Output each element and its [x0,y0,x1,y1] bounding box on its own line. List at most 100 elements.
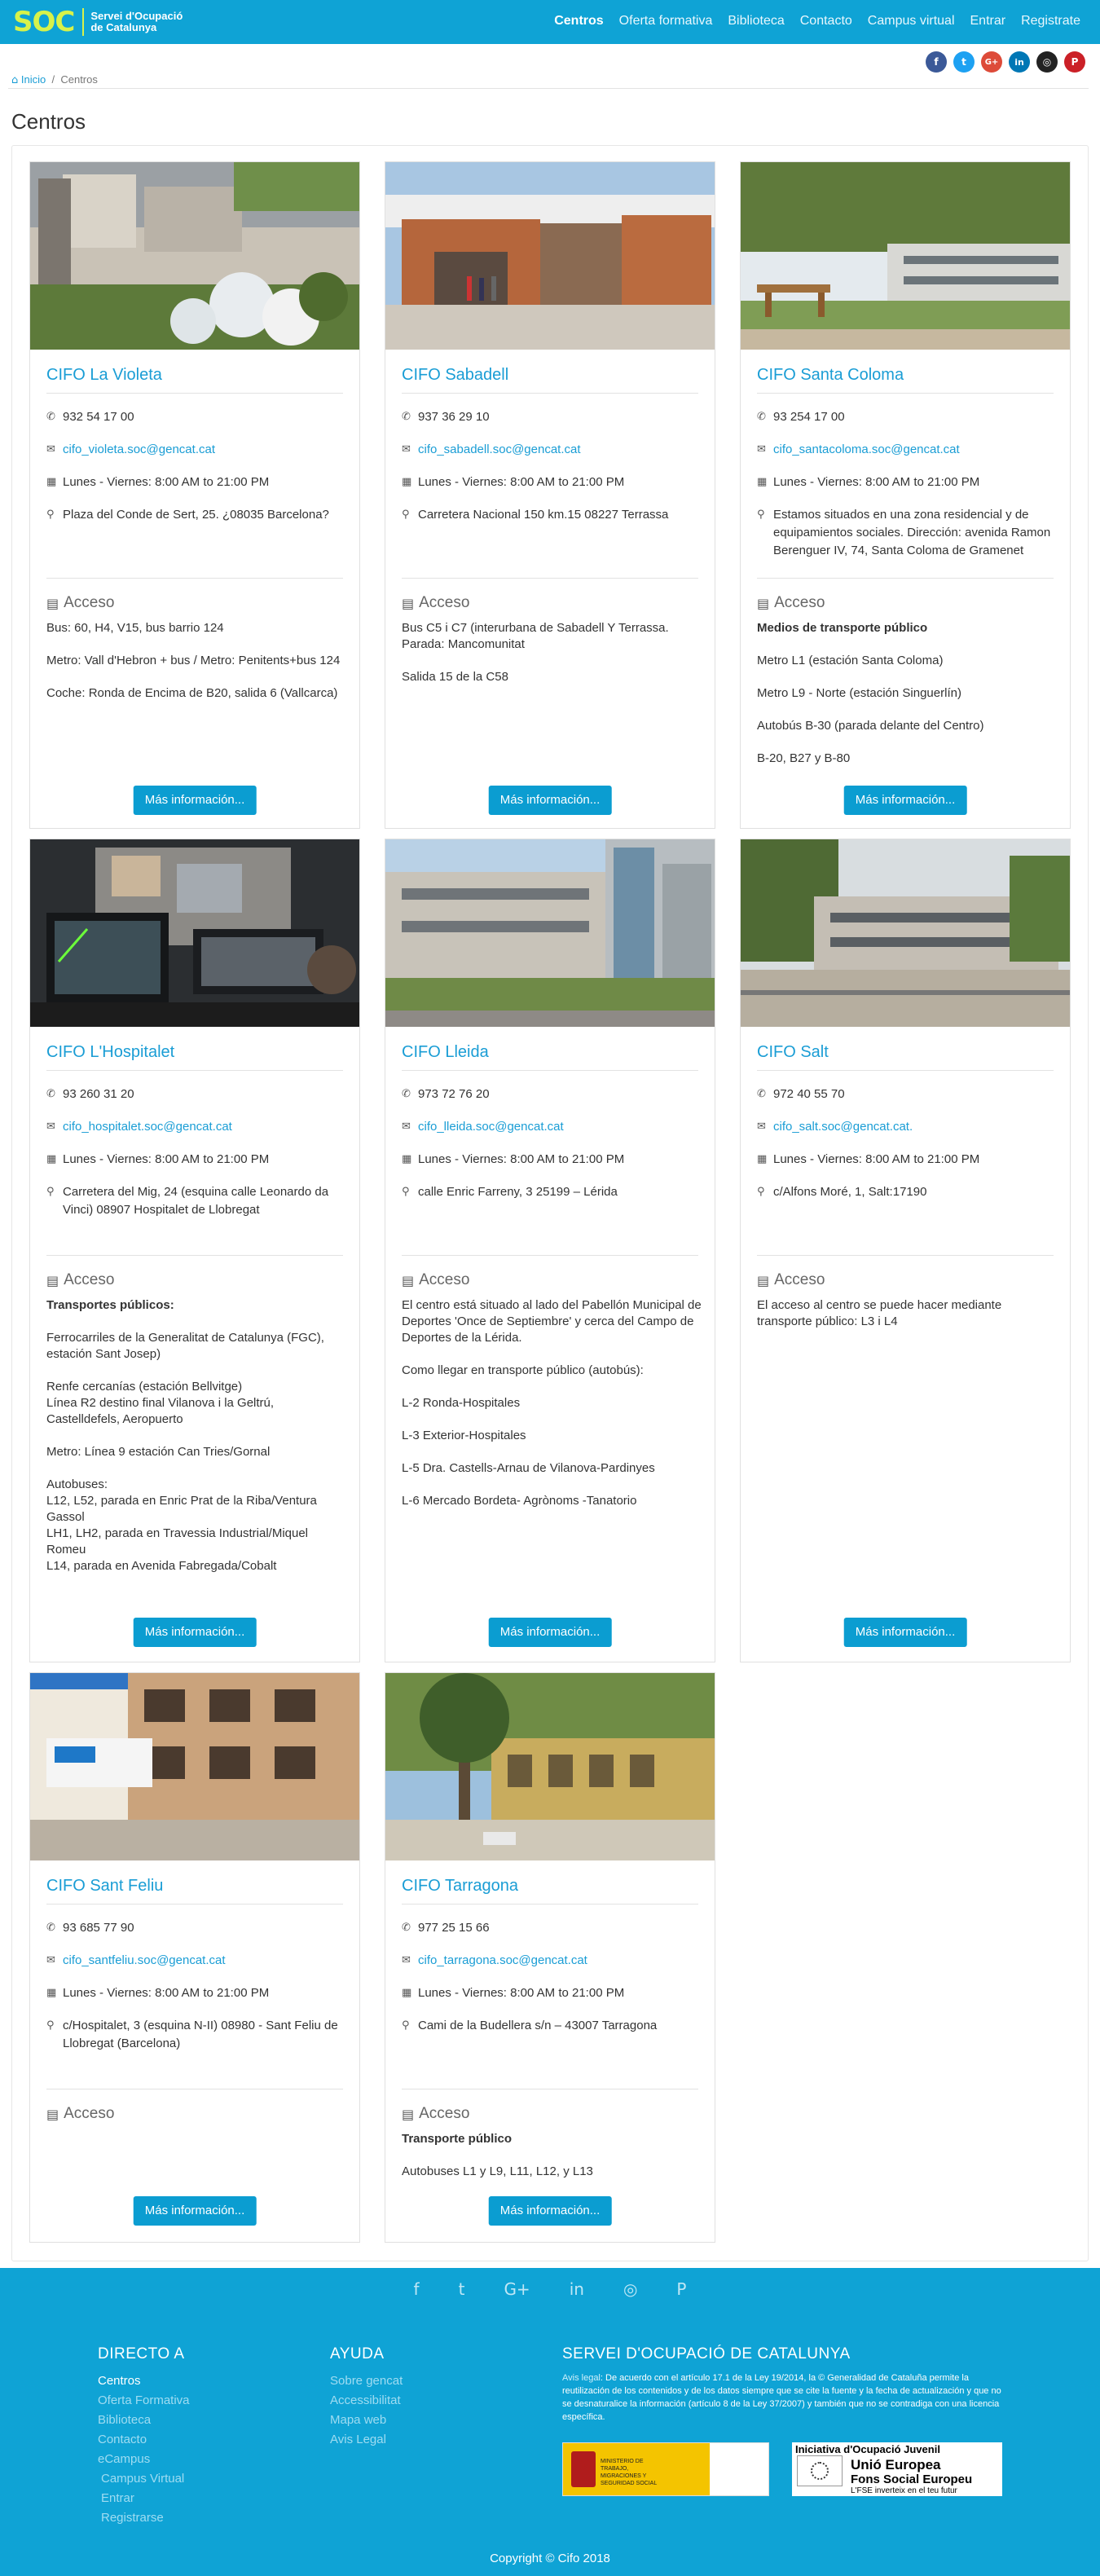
email-line: ✉ cifo_lleida.soc@gencat.cat [402,1118,698,1136]
pinterest-icon[interactable]: P [676,2279,686,2299]
more-info-button[interactable]: Más información... [133,1618,257,1647]
email-link[interactable]: cifo_hospitalet.soc@gencat.cat [63,1118,232,1136]
card-divider [402,578,698,579]
center-title[interactable]: CIFO Salt [757,1043,1054,1071]
footer-link-oferta[interactable]: Oferta Formativa [98,2391,190,2411]
more-info-button[interactable]: Más información... [133,2196,257,2226]
more-info-button[interactable]: Más información... [488,1618,612,1647]
more-info-button[interactable]: Más información... [843,1618,967,1647]
nav-entrar[interactable]: Entrar [970,14,1006,29]
center-photo [385,839,715,1027]
email-link[interactable]: cifo_tarragona.soc@gencat.cat [418,1952,587,1970]
pinterest-icon[interactable]: P [1064,51,1085,73]
footer-link-centros[interactable]: Centros [98,2371,190,2391]
phone-icon: ✆ [402,1922,411,1934]
map-icon: ▤ [46,595,59,611]
email-link[interactable]: cifo_lleida.soc@gencat.cat [418,1118,564,1136]
soc-logo[interactable]: SOC Servei d'Ocupació de Catalunya [13,5,183,39]
access-item: Ferrocarriles de la Generalitat de Catal… [46,1331,324,1361]
logo-divider [82,8,85,36]
nav-biblioteca[interactable]: Biblioteca [728,14,784,29]
more-info-button[interactable]: Más información... [133,786,257,815]
breadcrumb-home[interactable]: ⌂ Inicio [11,73,46,86]
twitter-icon[interactable]: t [953,51,975,73]
instagram-icon[interactable]: ◎ [623,2279,637,2299]
phone-line: ✆ 93 260 31 20 [46,1085,343,1103]
phone-line: ✆ 932 54 17 00 [46,408,343,426]
map-marker-icon: ⚲ [402,509,410,521]
logo-mark: SOC [13,6,75,38]
footer-link-campus-virtual[interactable]: Campus Virtual [98,2469,190,2489]
email-link[interactable]: cifo_santfeliu.soc@gencat.cat [63,1952,226,1970]
access-title: ▤ Acceso [402,594,469,612]
more-info-button[interactable]: Más información... [488,2196,612,2226]
facebook-icon[interactable]: f [414,2279,420,2299]
center-photo [30,162,359,350]
twitter-icon[interactable]: t [459,2279,465,2299]
instagram-icon[interactable]: ◎ [1036,51,1058,73]
footer-link-biblioteca[interactable]: Biblioteca [98,2411,190,2430]
access-title: ▤ Acceso [46,1271,114,1289]
access-title: ▤ Acceso [402,1271,469,1289]
ministry-text: MINISTERIO DE TRABAJO, MIGRACIONES Y SEG… [601,2459,658,2486]
map-marker-icon: ⚲ [757,1186,765,1198]
center-title[interactable]: CIFO La Violeta [46,366,343,394]
nav-oferta-formativa[interactable]: Oferta formativa [619,14,713,29]
phone-line: ✆ 93 685 77 90 [46,1919,343,1937]
footer-link-accessibilitat[interactable]: Accessibilitat [330,2391,403,2411]
footer-link-contacto[interactable]: Contacto [98,2430,190,2450]
card-divider [46,578,343,579]
phone-line: ✆ 972 40 55 70 [757,1085,1054,1103]
access-body: El centro está situado al lado del Pabel… [402,1297,703,1526]
footer-heading: DIRECTO A [98,2345,185,2362]
nav-campus-virtual[interactable]: Campus virtual [868,14,955,29]
footer-link-avis-legal[interactable]: Avis Legal [330,2430,403,2450]
google-plus-icon[interactable]: G+ [504,2279,530,2299]
footer-link-registrarse[interactable]: Registrarse [98,2508,190,2528]
center-title[interactable]: CIFO Tarragona [402,1877,698,1904]
access-item: B-20, B27 y B-80 [757,751,851,765]
access-item: Bus: 60, H4, V15, bus barrio 124 [46,621,224,635]
email-link[interactable]: cifo_salt.soc@gencat.cat. [773,1118,913,1136]
footer: f t G+ in ◎ P DIRECTO A Centros Oferta F… [0,2268,1100,2576]
center-title[interactable]: CIFO Sabadell [402,366,698,394]
linkedin-icon[interactable]: in [1009,51,1030,73]
email-line: ✉ cifo_sabadell.soc@gencat.cat [402,441,698,459]
center-title[interactable]: CIFO Lleida [402,1043,698,1071]
legal-label[interactable]: Avis legal [562,2373,601,2383]
center-card: CIFO Tarragona ✆ 977 25 15 66 ✉ cifo_tarra… [385,1672,715,2243]
facebook-icon[interactable]: f [926,51,947,73]
center-card: CIFO Salt ✆ 972 40 55 70 ✉ cifo_salt.soc@g… [740,839,1071,1662]
nav-contacto[interactable]: Contacto [800,14,852,29]
email-link[interactable]: cifo_violeta.soc@gencat.cat [63,441,215,459]
access-label: Acceso [419,1271,470,1288]
center-photo [30,1673,359,1860]
access-item: Renfe cercanías (estación Bellvitge) Lín… [46,1380,275,1426]
envelope-icon: ✉ [757,443,766,456]
email-link[interactable]: cifo_sabadell.soc@gencat.cat [418,441,581,459]
footer-heading: AYUDA [330,2345,385,2362]
footer-link-ecampus[interactable]: eCampus [98,2450,190,2469]
footer-link-entrar[interactable]: Entrar [98,2489,190,2508]
email-link[interactable]: cifo_santacoloma.soc@gencat.cat [773,441,960,459]
more-info-button[interactable]: Más información... [488,786,612,815]
breadcrumb-divider [8,88,1089,89]
envelope-icon: ✉ [757,1121,766,1133]
footer-link-mapa-web[interactable]: Mapa web [330,2411,403,2430]
nav-registrate[interactable]: Registrate [1021,14,1080,29]
footer-link-sobre-gencat[interactable]: Sobre gencat [330,2371,403,2391]
linkedin-icon[interactable]: in [570,2279,584,2299]
map-marker-icon: ⚲ [46,509,55,521]
eu-stars [811,2462,829,2480]
center-title[interactable]: CIFO Sant Feliu [46,1877,343,1904]
google-plus-icon[interactable]: G+ [981,51,1002,73]
access-title: ▤ Acceso [46,594,114,612]
center-card: CIFO Lleida ✆ 973 72 76 20 ✉ cifo_lleida.s… [385,839,715,1662]
phone-text: 93 685 77 90 [63,1921,134,1935]
nav-centros[interactable]: Centros [554,14,603,29]
card-divider [757,578,1054,579]
center-title[interactable]: CIFO L'Hospitalet [46,1043,343,1071]
center-title[interactable]: CIFO Santa Coloma [757,366,1054,394]
more-info-button[interactable]: Más información... [843,786,967,815]
breadcrumb-separator: / [51,73,55,86]
